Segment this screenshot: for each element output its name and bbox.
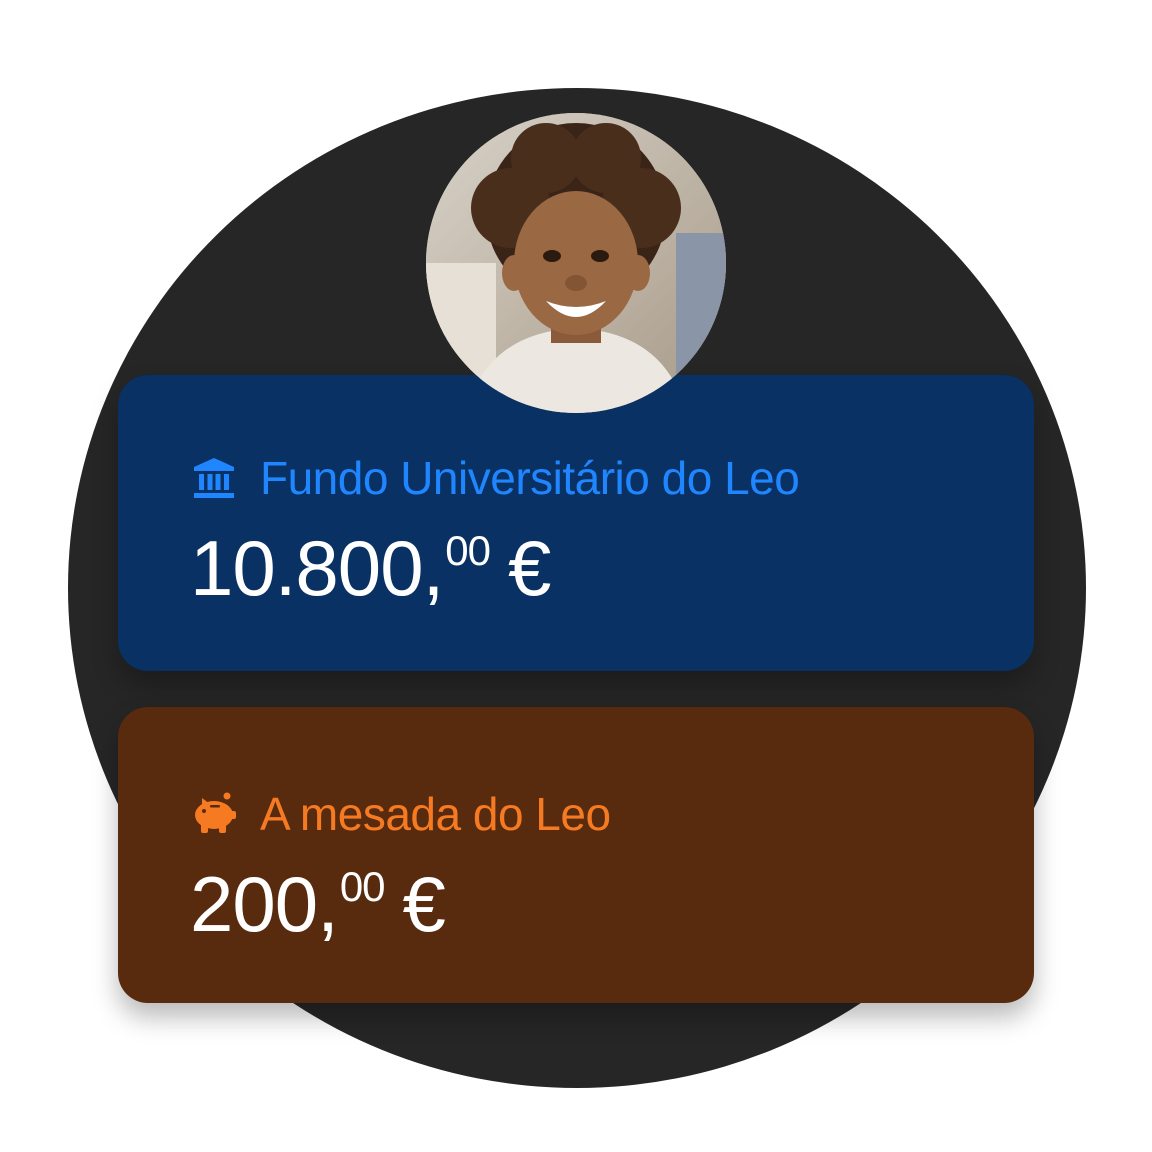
account-card-allowance[interactable]: A mesada do Leo 200,00 € — [118, 707, 1034, 1003]
balance-cents: 00 — [339, 863, 386, 910]
widget-stage: Fundo Universitário do Leo 10.800,00 € A… — [0, 0, 1152, 1152]
account-title: A mesada do Leo — [260, 788, 611, 840]
bank-icon — [190, 454, 238, 502]
child-avatar — [426, 113, 726, 413]
account-card-university-fund[interactable]: Fundo Universitário do Leo 10.800,00 € — [118, 375, 1034, 671]
account-title: Fundo Universitário do Leo — [260, 452, 800, 504]
account-title-row: Fundo Universitário do Leo — [190, 451, 1034, 505]
balance-cents: 00 — [445, 527, 491, 574]
balance-main: 10.800, — [190, 524, 444, 612]
account-balance: 10.800,00 € — [190, 529, 1034, 607]
balance-currency: € — [507, 524, 551, 612]
balance-currency: € — [402, 860, 446, 948]
account-balance: 200,00 € — [190, 865, 1034, 943]
account-title-row: A mesada do Leo — [190, 787, 1034, 841]
piggy-bank-icon — [190, 790, 238, 838]
balance-main: 200, — [190, 860, 339, 948]
